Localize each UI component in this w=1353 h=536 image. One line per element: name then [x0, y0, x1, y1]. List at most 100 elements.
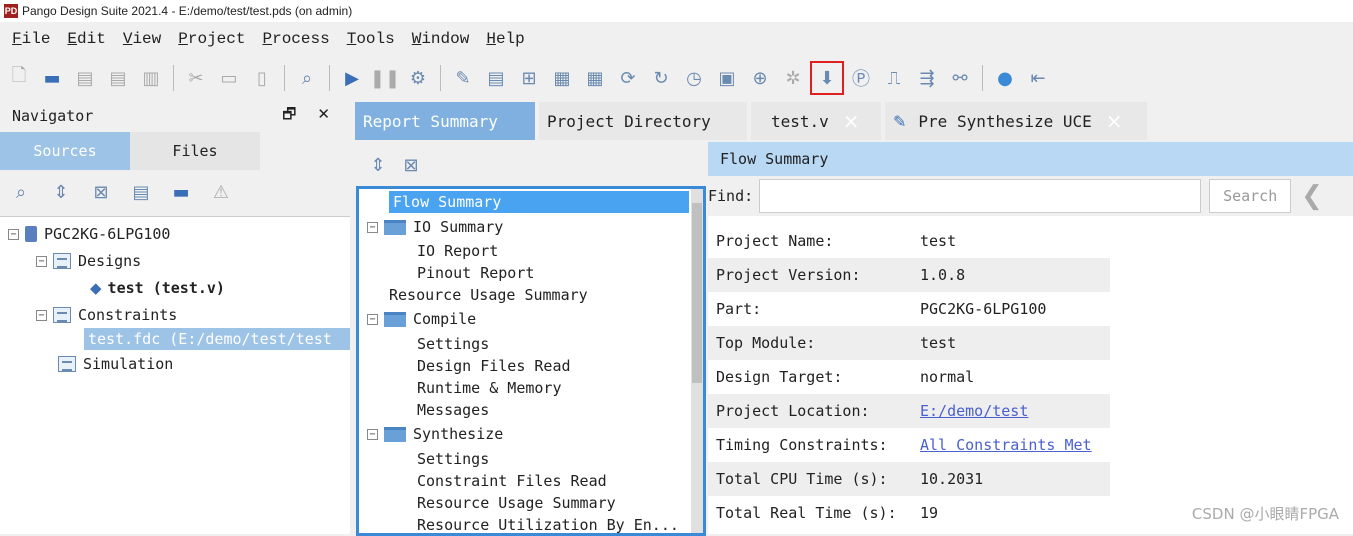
cut-icon[interactable]: ✂ [183, 65, 209, 91]
zoom-fit-icon[interactable]: ⌕ [294, 65, 320, 91]
tree-node-io-report[interactable]: IO Report [417, 240, 498, 262]
collapse-all-icon[interactable]: ⊠ [398, 152, 424, 178]
tab-files[interactable]: Files [130, 132, 260, 170]
navigator-header: Navigator 🗗 ✕ [0, 102, 350, 130]
search-button[interactable]: Search [1209, 179, 1292, 213]
menu-window[interactable]: Window [412, 28, 470, 50]
tab-report-summary[interactable]: Report Summary [355, 102, 535, 140]
open-folder-icon[interactable]: ▬ [39, 65, 65, 91]
save-icon[interactable]: ▤ [72, 65, 98, 91]
search-icon[interactable]: ⌕ [8, 179, 34, 205]
summary-table: Project Name: test Project Version: 1.0.8 … [708, 216, 1353, 530]
tree-node-synth-resource-usage[interactable]: Resource Usage Summary [417, 492, 616, 514]
tree-node-design-files-read[interactable]: Design Files Read [417, 355, 571, 377]
menu-edit[interactable]: Edit [67, 28, 105, 50]
close-icon[interactable]: ✕ [317, 105, 330, 123]
table-row: Total Real Time (s): 19 [716, 504, 939, 522]
debug-icon[interactable]: ✲ [780, 65, 806, 91]
tab-sources[interactable]: Sources [0, 132, 130, 170]
tree-node-simulation[interactable]: Simulation [58, 353, 173, 375]
tree-node-synthesize[interactable]: − Synthesize [367, 423, 503, 445]
menu-tools[interactable]: Tools [347, 28, 395, 50]
tree-node-compile[interactable]: − Compile [367, 308, 476, 330]
ip-compiler-icon[interactable]: Ⓟ [848, 65, 874, 91]
tree-node-top-module[interactable]: ◆ test (test.v) [90, 277, 225, 299]
hierarchy-icon[interactable]: ⇶ [914, 65, 940, 91]
menu-project[interactable]: Project [178, 28, 245, 50]
collapse-icon[interactable]: − [36, 255, 47, 267]
pin-planner-icon[interactable]: ⊕ [747, 65, 773, 91]
paste-icon[interactable]: ▯ [249, 65, 275, 91]
tab-test-v[interactable]: test.v × [751, 102, 881, 140]
save-as-icon[interactable]: ▤ [105, 65, 131, 91]
tree-node-settings[interactable]: Settings [417, 333, 489, 355]
synthesize-icon[interactable]: ⟳ [615, 65, 641, 91]
close-tab-icon[interactable]: × [1106, 109, 1123, 133]
menu-bar: File Edit View Project Process Tools Win… [0, 22, 1353, 56]
tree-node-constraint-files-read[interactable]: Constraint Files Read [417, 470, 607, 492]
tree-node-designs[interactable]: − Designs [36, 250, 141, 272]
float-icon[interactable]: 🗗 [282, 105, 296, 123]
timing-icon[interactable]: ◷ [681, 65, 707, 91]
tree-node-messages[interactable]: Messages [417, 399, 489, 421]
schematic-icon[interactable]: ⊞ [516, 65, 542, 91]
copy-icon[interactable]: ▭ [216, 65, 242, 91]
report-icon[interactable]: ▤ [483, 65, 509, 91]
menu-help[interactable]: Help [486, 28, 524, 50]
place-route-icon[interactable]: ↻ [648, 65, 674, 91]
tree-node-fdc-file[interactable]: test.fdc (E:/demo/test/test [84, 328, 350, 350]
tree-node-resource-utilization[interactable]: Resource Utilization By En... [417, 514, 679, 536]
close-tab-icon[interactable]: × [843, 109, 860, 133]
hint-bulb-icon[interactable]: ● [992, 65, 1018, 91]
netlist-icon[interactable]: ▦ [549, 65, 575, 91]
collapse-icon[interactable]: − [36, 309, 47, 321]
waveform-icon[interactable]: ⎍ [881, 65, 907, 91]
collapse-icon[interactable]: − [8, 228, 19, 240]
tree-node-resource-usage[interactable]: Resource Usage Summary [389, 284, 588, 306]
run-icon[interactable]: ▶ [339, 65, 365, 91]
tab-pre-synthesize-uce[interactable]: ✎ Pre Synthesize UCE × [885, 102, 1147, 140]
chevron-left-icon[interactable]: ❮ [1301, 181, 1323, 211]
tree-node-synth-settings[interactable]: Settings [417, 448, 489, 470]
toolbar-separator [982, 65, 983, 91]
add-source-icon[interactable]: ▬ [168, 179, 194, 205]
tab-project-directory[interactable]: Project Directory [539, 102, 747, 140]
vertical-scrollbar[interactable] [691, 189, 703, 533]
exit-icon[interactable]: ⇤ [1025, 65, 1051, 91]
tree-node-device[interactable]: − PGC2KG-6LPG100 [8, 223, 170, 245]
table-icon[interactable]: ▦ [582, 65, 608, 91]
menu-file[interactable]: File [12, 28, 50, 50]
tree-node-io-summary[interactable]: − IO Summary [367, 216, 503, 238]
find-bar: Find: Search ❮ [708, 176, 1353, 216]
pause-icon[interactable]: ❚❚ [370, 65, 400, 91]
save-all-icon[interactable]: ▥ [138, 65, 164, 91]
collapse-icon[interactable]: − [367, 428, 378, 440]
ip-icon[interactable]: ▤ [128, 179, 154, 205]
new-file-icon[interactable]: 🗋 [6, 65, 32, 91]
expand-all-icon[interactable]: ⇕ [365, 152, 391, 178]
collapse-icon[interactable]: − [367, 313, 378, 325]
collapse-all-icon[interactable]: ⊠ [88, 179, 114, 205]
floorplan-icon[interactable]: ▣ [714, 65, 740, 91]
edit-constraints-icon[interactable]: ✎ [450, 65, 476, 91]
tree-node-flow-summary[interactable]: Flow Summary [389, 191, 689, 213]
menu-view[interactable]: View [123, 28, 161, 50]
collapse-icon[interactable]: − [367, 221, 378, 233]
project-location-link[interactable]: E:/demo/test [920, 402, 1028, 420]
tree-node-constraints[interactable]: − Constraints [36, 304, 177, 326]
warning-icon[interactable]: ⚠ [208, 179, 234, 205]
timing-constraints-link[interactable]: All Constraints Met [920, 436, 1092, 454]
tree-node-pinout-report[interactable]: Pinout Report [417, 262, 534, 284]
download-program-icon[interactable]: ⬇ [810, 61, 844, 95]
toolbar-separator [173, 65, 174, 91]
folder-icon [384, 311, 406, 327]
tree-icon[interactable]: ⚯ [947, 65, 973, 91]
scrollbar-thumb[interactable] [692, 203, 702, 383]
find-input[interactable] [759, 179, 1202, 213]
menu-process[interactable]: Process [262, 28, 329, 50]
tree-node-runtime-memory[interactable]: Runtime & Memory [417, 377, 562, 399]
expand-all-icon[interactable]: ⇕ [48, 179, 74, 205]
report-content: Flow Summary Find: Search ❮ Project Name… [708, 142, 1353, 534]
settings-gear-icon[interactable]: ⚙ [405, 65, 431, 91]
report-toolbar: ⇕ ⊠ [355, 145, 705, 185]
